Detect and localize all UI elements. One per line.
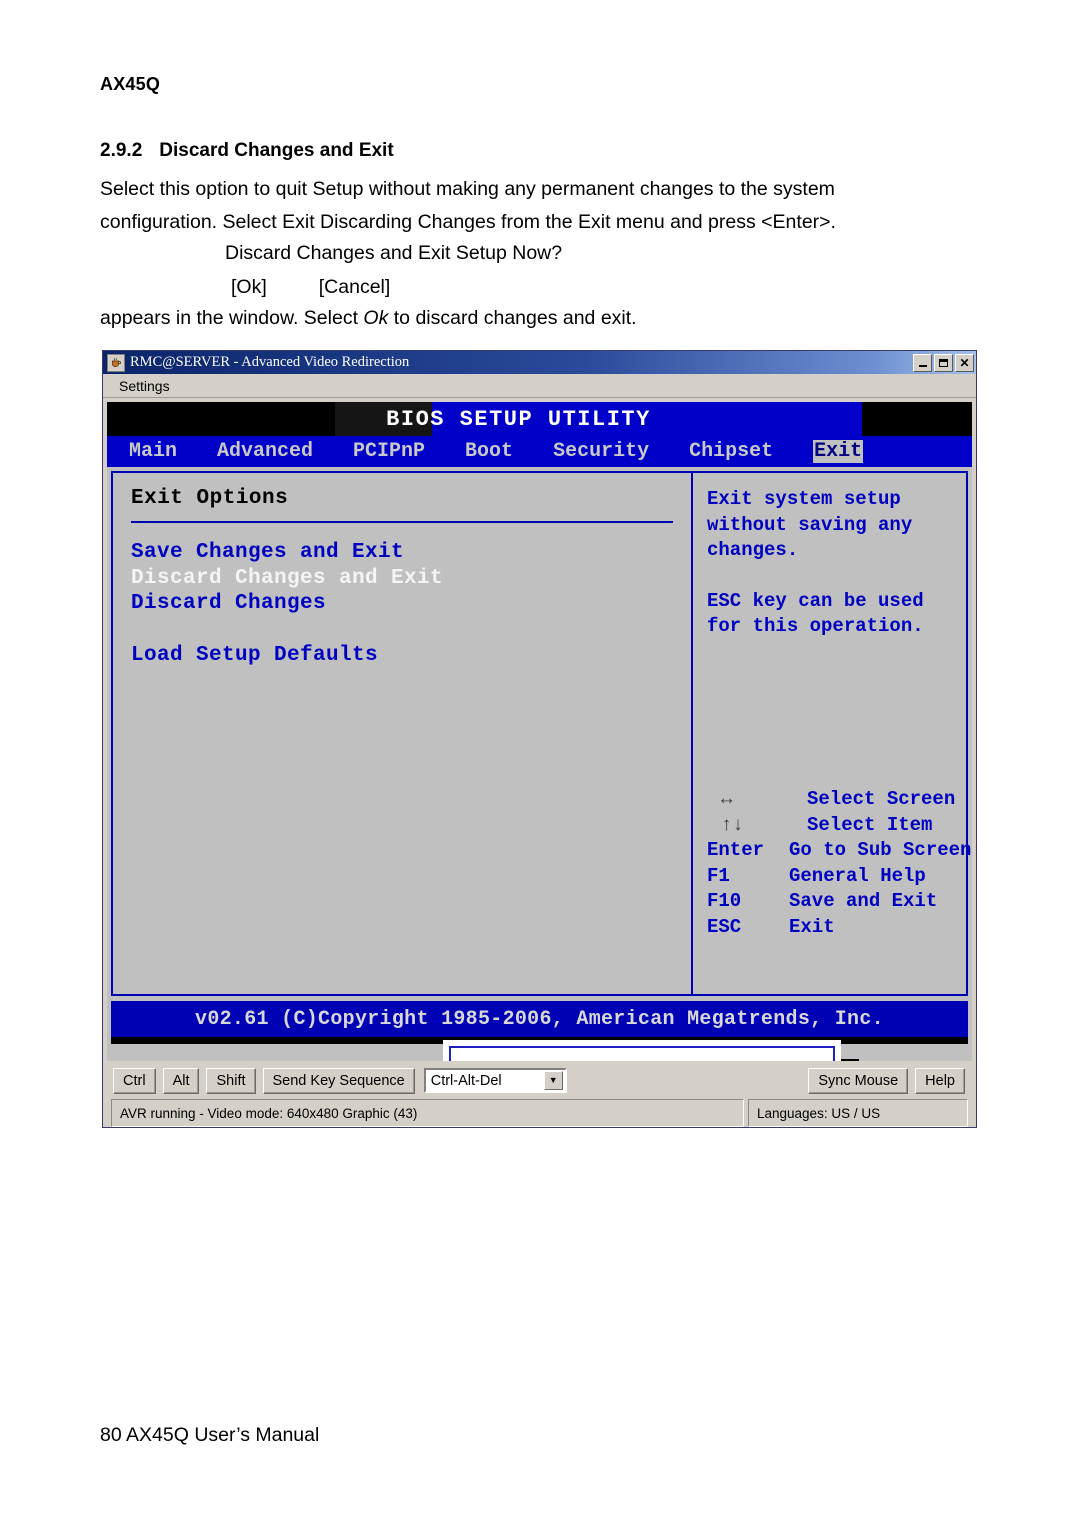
quoted-prompt-line: Discard Changes and Exit Setup Now? bbox=[225, 242, 563, 264]
page-footer: 80 AX45Q User’s Manual bbox=[100, 1424, 320, 1446]
tab-pcipnp[interactable]: PCIPnP bbox=[353, 440, 425, 463]
dialog-message: Discard changes and exit setup? bbox=[451, 1048, 833, 1061]
key-desc-f1: General Help bbox=[789, 864, 926, 887]
window-controls: ✕ bbox=[913, 353, 974, 372]
chevron-down-icon[interactable]: ▼ bbox=[543, 1071, 563, 1090]
body-paragraph-line-2: configuration. Select Exit Discarding Ch… bbox=[100, 211, 836, 233]
tab-security[interactable]: Security bbox=[553, 440, 649, 463]
tab-chipset[interactable]: Chipset bbox=[689, 440, 773, 463]
section-title: Discard Changes and Exit bbox=[159, 140, 394, 161]
avr-window: RMC@SERVER - Advanced Video Redirection … bbox=[102, 350, 977, 1128]
key-enter: Enter bbox=[707, 839, 765, 861]
dialog-inner: Discard changes and exit setup? [Ok] [Ca… bbox=[449, 1046, 835, 1061]
panel-divider bbox=[131, 521, 673, 523]
key-legend-row-enter: Enter Go to Sub Screen bbox=[707, 838, 971, 864]
help-gap bbox=[707, 564, 966, 589]
exit-options-list: Save Changes and Exit Discard Changes an… bbox=[131, 540, 691, 668]
avr-toolbar: Ctrl Alt Shift Send Key Sequence Ctrl-Al… bbox=[107, 1064, 972, 1097]
key-legend-row-select-screen: ↔ Select Screen bbox=[707, 787, 971, 813]
key-desc-f10: Save and Exit bbox=[789, 890, 938, 912]
key-desc-esc: Exit bbox=[789, 915, 835, 938]
key-legend-row-esc: ESC Exit bbox=[707, 915, 971, 941]
bios-screen: BIOS SETUP UTILITY Main Advanced PCIPnP … bbox=[107, 402, 972, 1061]
tab-main[interactable]: Main bbox=[129, 440, 177, 463]
help-button[interactable]: Help bbox=[915, 1067, 965, 1094]
body-paragraph-line-3: appears in the window. Select Ok to disc… bbox=[100, 301, 637, 335]
avr-statusbar: AVR running - Video mode: 640x480 Graphi… bbox=[107, 1099, 972, 1127]
window-menubar: Settings bbox=[103, 374, 976, 398]
java-coffee-cup-icon bbox=[107, 353, 125, 372]
closing-text-post: to discard changes and exit. bbox=[388, 307, 637, 329]
bios-body: Exit Options Save Changes and Exit Disca… bbox=[107, 467, 972, 1061]
key-f1: F1 bbox=[707, 864, 730, 887]
help-esc-line-2: for this operation. bbox=[707, 615, 924, 637]
key-esc: ESC bbox=[707, 915, 742, 938]
bios-panels: Exit Options Save Changes and Exit Disca… bbox=[111, 471, 971, 996]
left-right-arrow-icon: ↔ bbox=[721, 788, 733, 810]
close-icon[interactable]: ✕ bbox=[955, 353, 974, 372]
close-glyph: ✕ bbox=[959, 355, 970, 370]
help-esc-line-1: ESC key can be used bbox=[707, 589, 924, 612]
key-desc-select-screen: Select Screen bbox=[807, 788, 956, 810]
exit-options-panel: Exit Options Save Changes and Exit Disca… bbox=[113, 473, 693, 994]
key-legend-row-select-item: ↑↓ Select Item bbox=[707, 813, 971, 839]
status-languages: Languages: US / US bbox=[748, 1099, 968, 1127]
option-discard-changes[interactable]: Discard Changes bbox=[131, 591, 691, 617]
tab-exit[interactable]: Exit bbox=[813, 440, 864, 463]
option-discard-changes-and-exit[interactable]: Discard Changes and Exit bbox=[131, 566, 691, 592]
key-f10: F10 bbox=[707, 890, 742, 912]
key-desc-enter: Go to Sub Screen bbox=[789, 839, 972, 861]
window-title: RMC@SERVER - Advanced Video Redirection bbox=[130, 354, 410, 370]
quoted-ok-token: [Ok] bbox=[231, 276, 267, 298]
send-key-sequence-button[interactable]: Send Key Sequence bbox=[262, 1067, 415, 1094]
up-down-arrow-icon: ↑↓ bbox=[721, 813, 744, 836]
window-titlebar: RMC@SERVER - Advanced Video Redirection … bbox=[103, 351, 976, 374]
bios-header: BIOS SETUP UTILITY bbox=[107, 402, 972, 436]
key-legend-row-f10: F10 Save and Exit bbox=[707, 889, 971, 915]
tab-advanced[interactable]: Advanced bbox=[217, 440, 313, 463]
tab-boot[interactable]: Boot bbox=[465, 440, 513, 463]
bios-key-legend: ↔ Select Screen ↑↓ Select Item Enter Go … bbox=[707, 787, 971, 940]
running-head: AX45Q bbox=[100, 74, 161, 94]
bios-help-panel: Exit system setup without saving any cha… bbox=[693, 473, 971, 994]
help-line-3: changes. bbox=[707, 539, 799, 561]
bios-tabbar: Main Advanced PCIPnP Boot Security Chips… bbox=[107, 436, 972, 467]
quoted-prompt-buttons: [Ok] [Cancel] bbox=[231, 270, 390, 304]
shift-button[interactable]: Shift bbox=[206, 1067, 256, 1094]
body-paragraph-line-1: Select this option to quit Setup without… bbox=[100, 178, 835, 200]
panel-heading: Exit Options bbox=[131, 487, 289, 510]
option-load-setup-defaults[interactable]: Load Setup Defaults bbox=[131, 643, 691, 669]
confirm-dialog: Discard changes and exit setup? [Ok] [Ca… bbox=[443, 1040, 841, 1061]
maximize-icon[interactable] bbox=[934, 353, 953, 372]
section-heading: 2.9.2 Discard Changes and Exit bbox=[100, 140, 394, 162]
sync-mouse-button[interactable]: Sync Mouse bbox=[808, 1067, 909, 1094]
quoted-cancel-token: [Cancel] bbox=[318, 276, 391, 298]
status-message: AVR running - Video mode: 640x480 Graphi… bbox=[111, 1099, 744, 1127]
help-line-1: Exit system setup bbox=[707, 488, 901, 510]
option-save-changes-and-exit[interactable]: Save Changes and Exit bbox=[131, 540, 691, 566]
key-sequence-select[interactable]: Ctrl-Alt-Del ▼ bbox=[423, 1068, 567, 1093]
key-legend-row-f1: F1 General Help bbox=[707, 864, 971, 890]
help-line-2: without saving any bbox=[707, 513, 913, 536]
ctrl-button[interactable]: Ctrl bbox=[113, 1067, 156, 1094]
bios-copyright-bar: v02.61 (C)Copyright 1985-2006, American … bbox=[111, 1001, 968, 1037]
key-sequence-value: Ctrl-Alt-Del bbox=[430, 1072, 502, 1089]
alt-button[interactable]: Alt bbox=[162, 1067, 200, 1094]
bios-header-title: BIOS SETUP UTILITY bbox=[386, 407, 651, 432]
key-desc-select-item: Select Item bbox=[807, 813, 933, 836]
menu-item-settings[interactable]: Settings bbox=[115, 377, 174, 395]
section-number: 2.9.2 bbox=[100, 140, 143, 161]
minimize-icon[interactable] bbox=[913, 353, 932, 372]
closing-text-italic: Ok bbox=[363, 307, 389, 329]
closing-text-pre: appears in the window. Select bbox=[100, 307, 364, 329]
